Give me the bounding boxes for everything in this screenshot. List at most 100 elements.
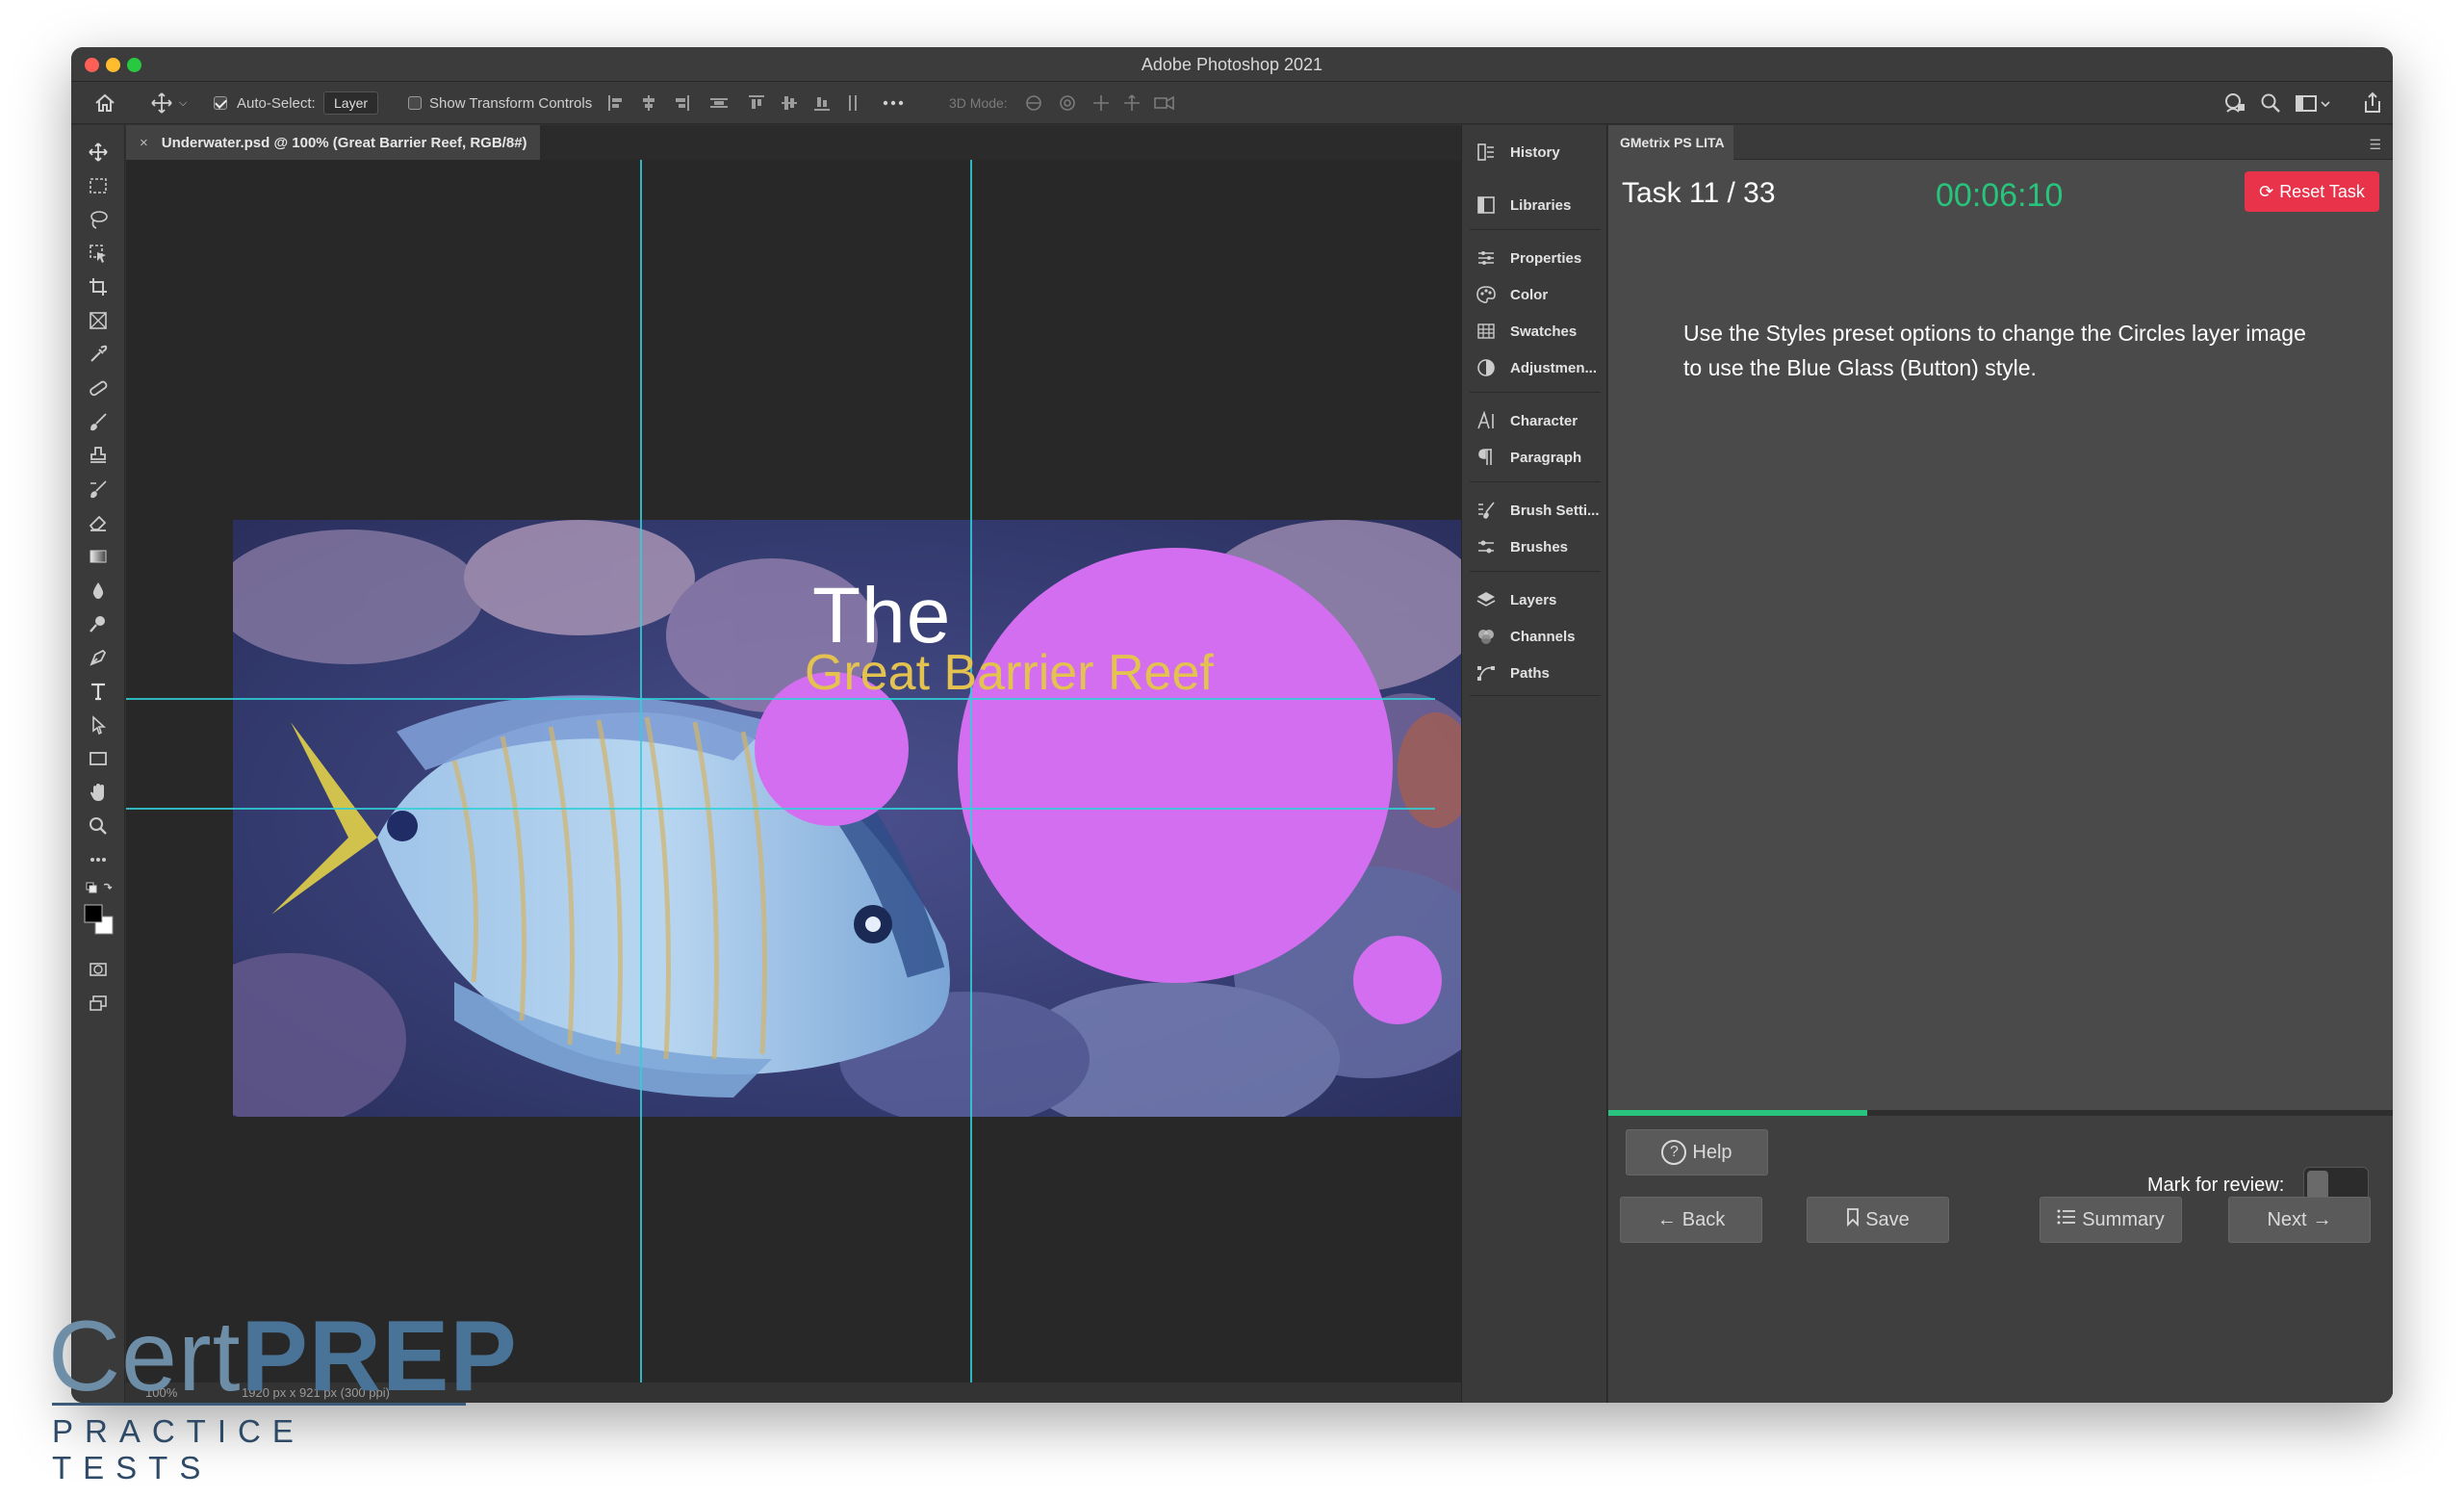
panel-channels-label: Channels: [1510, 628, 1576, 645]
panel-layers-label: Layers: [1510, 591, 1557, 608]
panel-properties[interactable]: Properties: [1462, 242, 1608, 274]
pen-tool-icon[interactable]: [85, 644, 112, 671]
layers-icon: [1476, 589, 1501, 610]
show-transform-checkbox[interactable]: [408, 82, 422, 124]
panel-brush-settings[interactable]: Brush Setti...: [1462, 494, 1608, 527]
headline-reef-text[interactable]: Great Barrier Reef: [805, 644, 1214, 702]
auto-select-dropdown[interactable]: Layer: [323, 82, 379, 124]
bookmark-icon: [1846, 1207, 1860, 1232]
blur-tool-icon[interactable]: [85, 577, 112, 604]
quick-mask-icon[interactable]: [85, 956, 112, 983]
crop-tool-icon[interactable]: [85, 273, 112, 300]
eraser-tool-icon[interactable]: [85, 509, 112, 536]
properties-icon: [1476, 247, 1501, 269]
workspace-icon[interactable]: [2295, 82, 2333, 124]
logo-tagline: PRACTICE TESTS: [52, 1413, 305, 1485]
clone-stamp-tool-icon[interactable]: [85, 442, 112, 469]
title-bar: Adobe Photoshop 2021: [71, 47, 2393, 82]
reset-task-button[interactable]: ⟳ Reset Task: [2245, 171, 2379, 212]
panel-menu-icon[interactable]: ☰: [2369, 137, 2381, 153]
panel-character[interactable]: Character: [1462, 404, 1608, 437]
history-brush-tool-icon[interactable]: [85, 476, 112, 503]
dock-separator: [1470, 695, 1601, 696]
next-label: Next: [2267, 1208, 2307, 1230]
panel-brush-settings-label: Brush Setti...: [1510, 502, 1600, 519]
eyedropper-tool-icon[interactable]: [85, 341, 112, 368]
lasso-tool-icon[interactable]: [85, 206, 112, 233]
back-button[interactable]: ← Back: [1620, 1197, 1762, 1243]
summary-button[interactable]: Summary: [2040, 1197, 2182, 1243]
healing-brush-tool-icon[interactable]: [85, 374, 112, 401]
close-icon[interactable]: ×: [140, 135, 148, 151]
brush-tool-icon[interactable]: [85, 408, 112, 435]
screen: Adobe Photoshop 2021 ⌵ Auto-Select: Laye…: [0, 0, 2464, 1498]
zoom-tool-icon[interactable]: [85, 813, 112, 839]
align-buttons[interactable]: [606, 82, 972, 124]
certprep-logo: CertPREP PRACTICE TESTS: [48, 1300, 517, 1485]
panel-layers[interactable]: Layers: [1462, 583, 1608, 616]
gradient-tool-icon[interactable]: [85, 543, 112, 570]
task-counter: Task 11 / 33: [1622, 177, 1776, 209]
three-d-tools[interactable]: [1024, 82, 1178, 124]
panel-brushes[interactable]: Brushes: [1462, 530, 1608, 563]
dodge-tool-icon[interactable]: [85, 610, 112, 637]
panel-adjustments[interactable]: Adjustmen...: [1462, 351, 1608, 384]
color-swatches[interactable]: [81, 901, 116, 940]
share-screen-icon[interactable]: [2223, 82, 2246, 124]
three-d-mode-label: 3D Mode:: [949, 95, 1008, 111]
next-button[interactable]: Next →: [2228, 1197, 2371, 1243]
document-tab[interactable]: × Underwater.psd @ 100% (Great Barrier R…: [126, 125, 540, 160]
panel-paragraph[interactable]: Paragraph: [1462, 441, 1608, 474]
type-tool-icon[interactable]: [85, 678, 112, 705]
object-selection-tool-icon[interactable]: [85, 240, 112, 267]
save-button[interactable]: Save: [1807, 1197, 1949, 1243]
help-button[interactable]: ? Help: [1626, 1129, 1768, 1175]
screen-mode-icon[interactable]: [85, 990, 112, 1017]
horizontal-guide[interactable]: [126, 808, 1435, 810]
more-tools-icon[interactable]: [85, 846, 112, 873]
panel-channels[interactable]: Channels: [1462, 620, 1608, 653]
dock-separator: [1470, 392, 1601, 393]
document-tab-title: Underwater.psd @ 100% (Great Barrier Ree…: [161, 134, 527, 151]
export-share-icon[interactable]: [2362, 82, 2383, 124]
toggle-knob: [2307, 1171, 2328, 1200]
character-icon: [1476, 410, 1501, 431]
certprep-wordmark: CertPREP: [48, 1300, 518, 1414]
panel-swatches[interactable]: Swatches: [1462, 315, 1608, 348]
auto-select-value: Layer: [323, 91, 379, 115]
options-bar: ⌵ Auto-Select: Layer Show Transform Cont…: [71, 82, 2393, 124]
panel-history[interactable]: History: [1462, 136, 1608, 168]
photoshop-window: Adobe Photoshop 2021 ⌵ Auto-Select: Laye…: [71, 47, 2393, 1403]
summary-label: Summary: [2082, 1208, 2165, 1230]
home-icon[interactable]: [94, 82, 116, 124]
canvas-area[interactable]: [126, 160, 1531, 1382]
path-selection-tool-icon[interactable]: [85, 711, 112, 738]
auto-select-checkbox[interactable]: [214, 82, 227, 124]
dock-separator: [1470, 229, 1601, 230]
move-tool-icon[interactable]: [85, 139, 112, 166]
logo-cert-text: Cert: [48, 1301, 242, 1412]
panel-color[interactable]: Color: [1462, 278, 1608, 311]
task-instructions: Use the Styles preset options to change …: [1683, 321, 2306, 380]
vertical-guide[interactable]: [640, 160, 642, 1382]
move-tool-icon[interactable]: ⌵: [150, 82, 187, 124]
search-icon[interactable]: [2260, 82, 2281, 124]
default-colors-icon[interactable]: [85, 877, 114, 898]
rectangle-tool-icon[interactable]: [85, 745, 112, 772]
marquee-tool-icon[interactable]: [85, 172, 112, 199]
help-icon: ?: [1661, 1140, 1687, 1165]
brushes-icon: [1476, 536, 1501, 557]
gmetrix-tab[interactable]: GMetrix PS LITA: [1608, 125, 1733, 160]
channels-icon: [1476, 626, 1501, 647]
chevron-down-icon[interactable]: ⌵: [179, 97, 187, 110]
frame-tool-icon[interactable]: [85, 307, 112, 334]
panel-paths[interactable]: Paths: [1462, 657, 1608, 689]
document-tab-bar: × Underwater.psd @ 100% (Great Barrier R…: [126, 125, 1531, 160]
horizontal-guide[interactable]: [126, 698, 1435, 700]
save-label: Save: [1865, 1208, 1910, 1230]
hand-tool-icon[interactable]: [85, 779, 112, 806]
panel-libraries-label: Libraries: [1510, 196, 1572, 214]
panel-libraries[interactable]: Libraries: [1462, 189, 1608, 221]
window-title: Adobe Photoshop 2021: [1141, 55, 1323, 74]
vertical-guide[interactable]: [970, 160, 972, 1382]
